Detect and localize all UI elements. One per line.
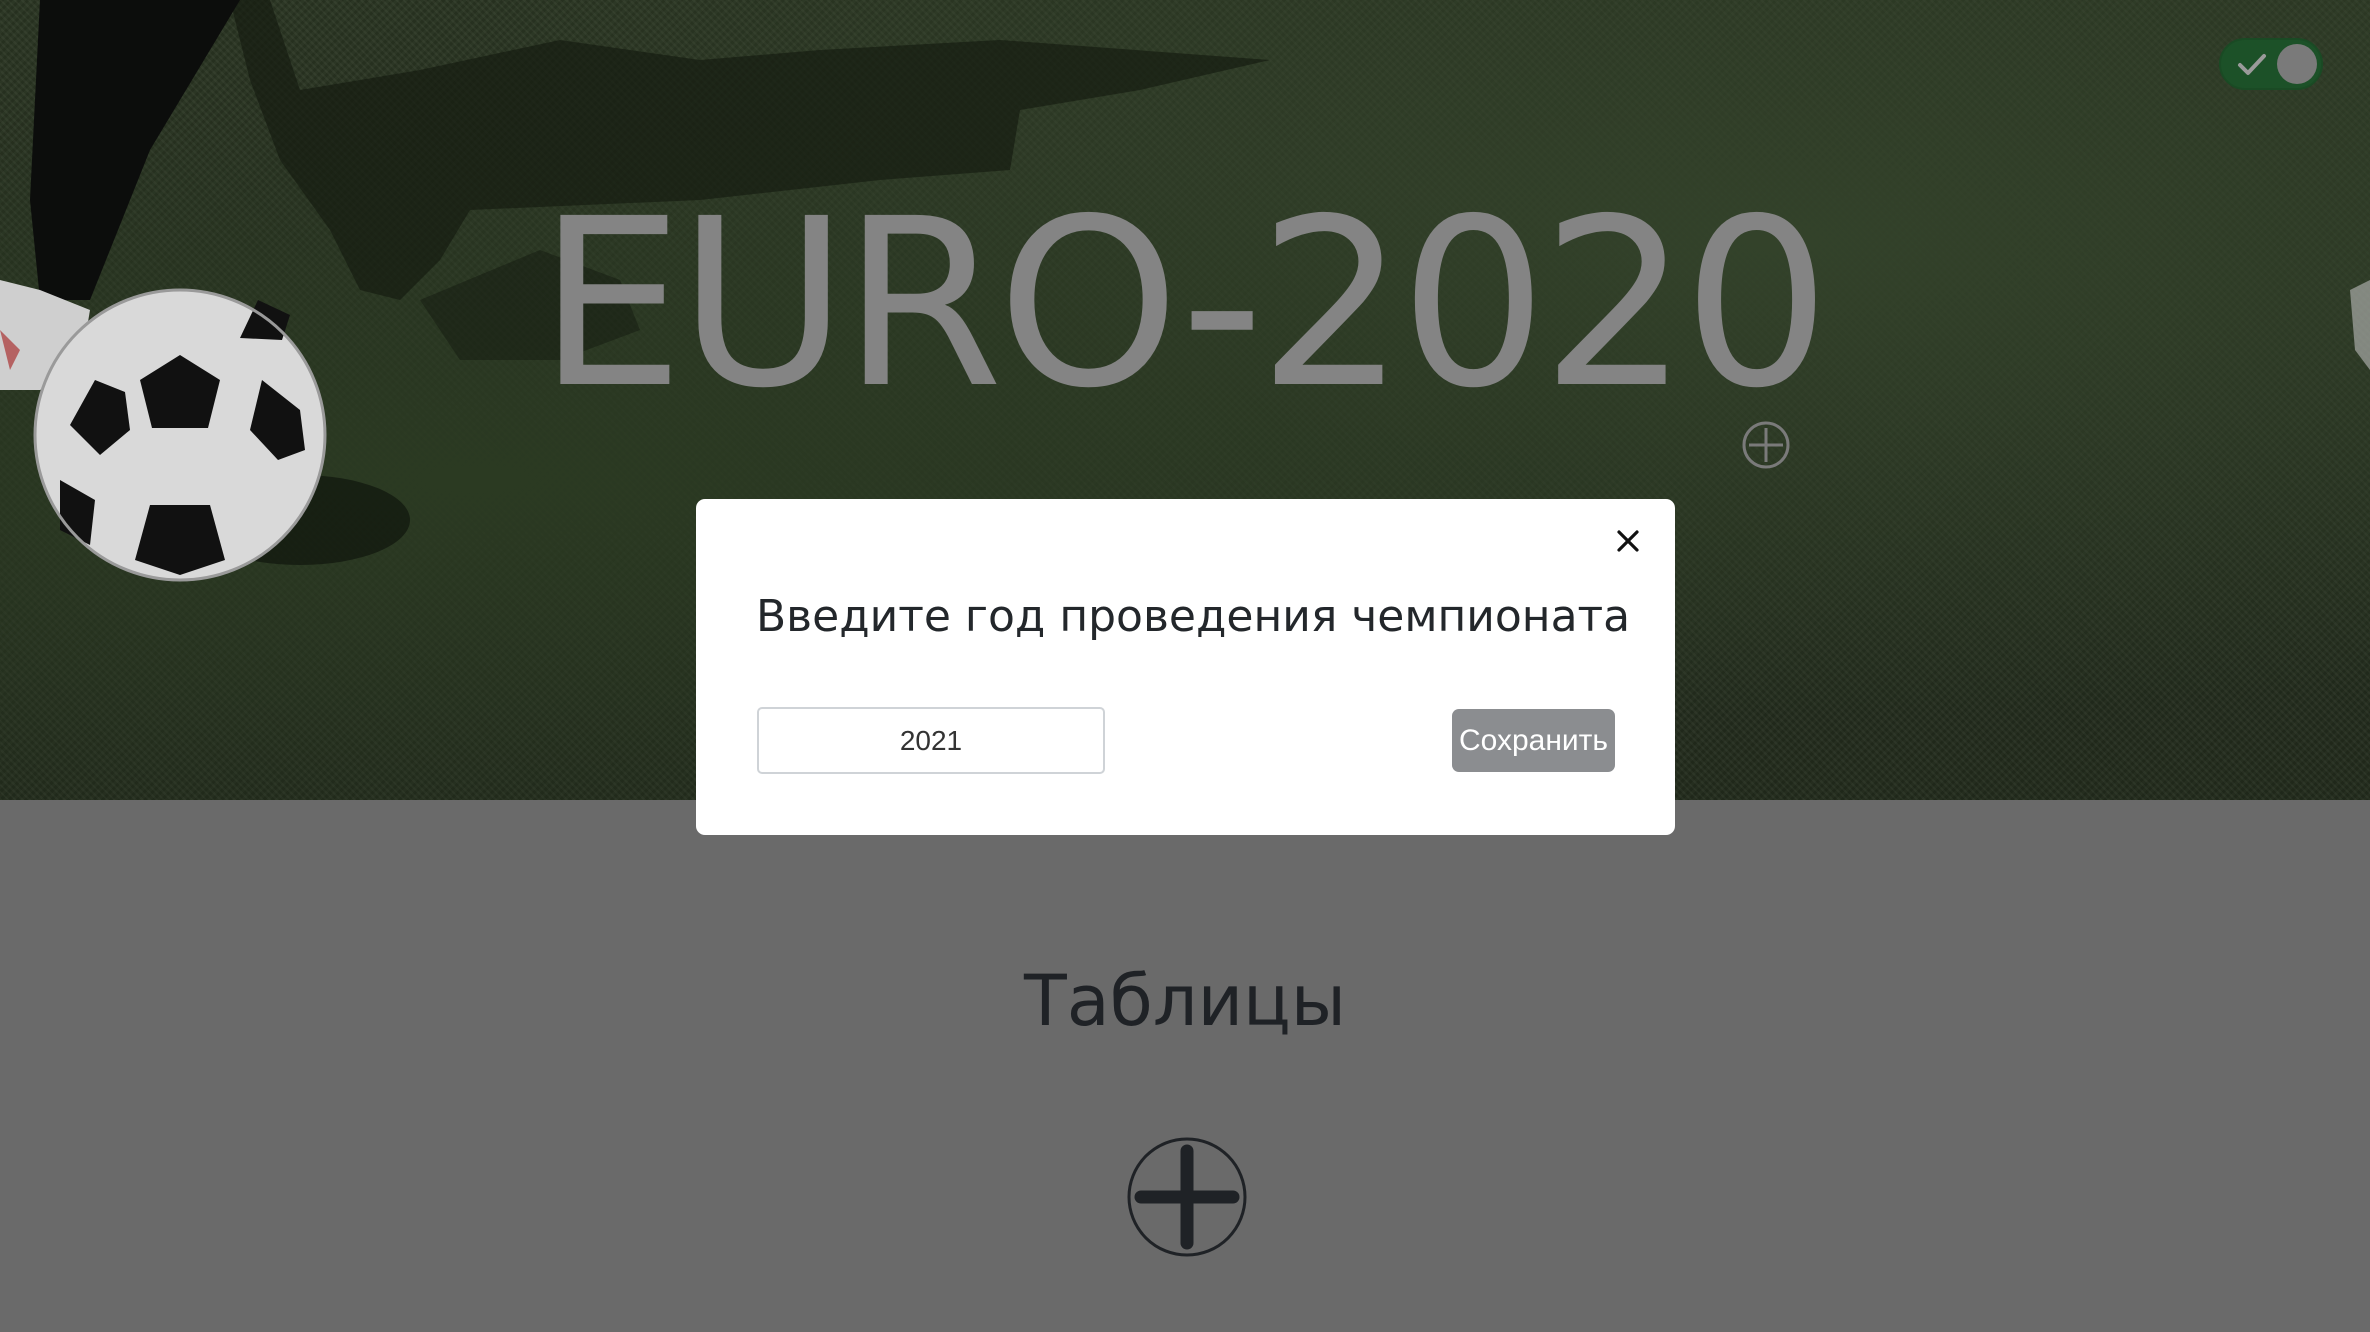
close-icon — [1617, 530, 1639, 552]
modal-backdrop[interactable]: Введите год проведения чемпионата Сохран… — [0, 0, 2370, 1332]
modal-title: Введите год проведения чемпионата — [756, 591, 1631, 642]
page: EURO-2020 Таблицы Введите год проведения… — [0, 0, 2370, 1332]
save-button[interactable]: Сохранить — [1452, 709, 1615, 772]
year-input[interactable] — [757, 707, 1105, 774]
year-modal: Введите год проведения чемпионата Сохран… — [696, 499, 1675, 835]
close-button[interactable] — [1606, 519, 1650, 563]
